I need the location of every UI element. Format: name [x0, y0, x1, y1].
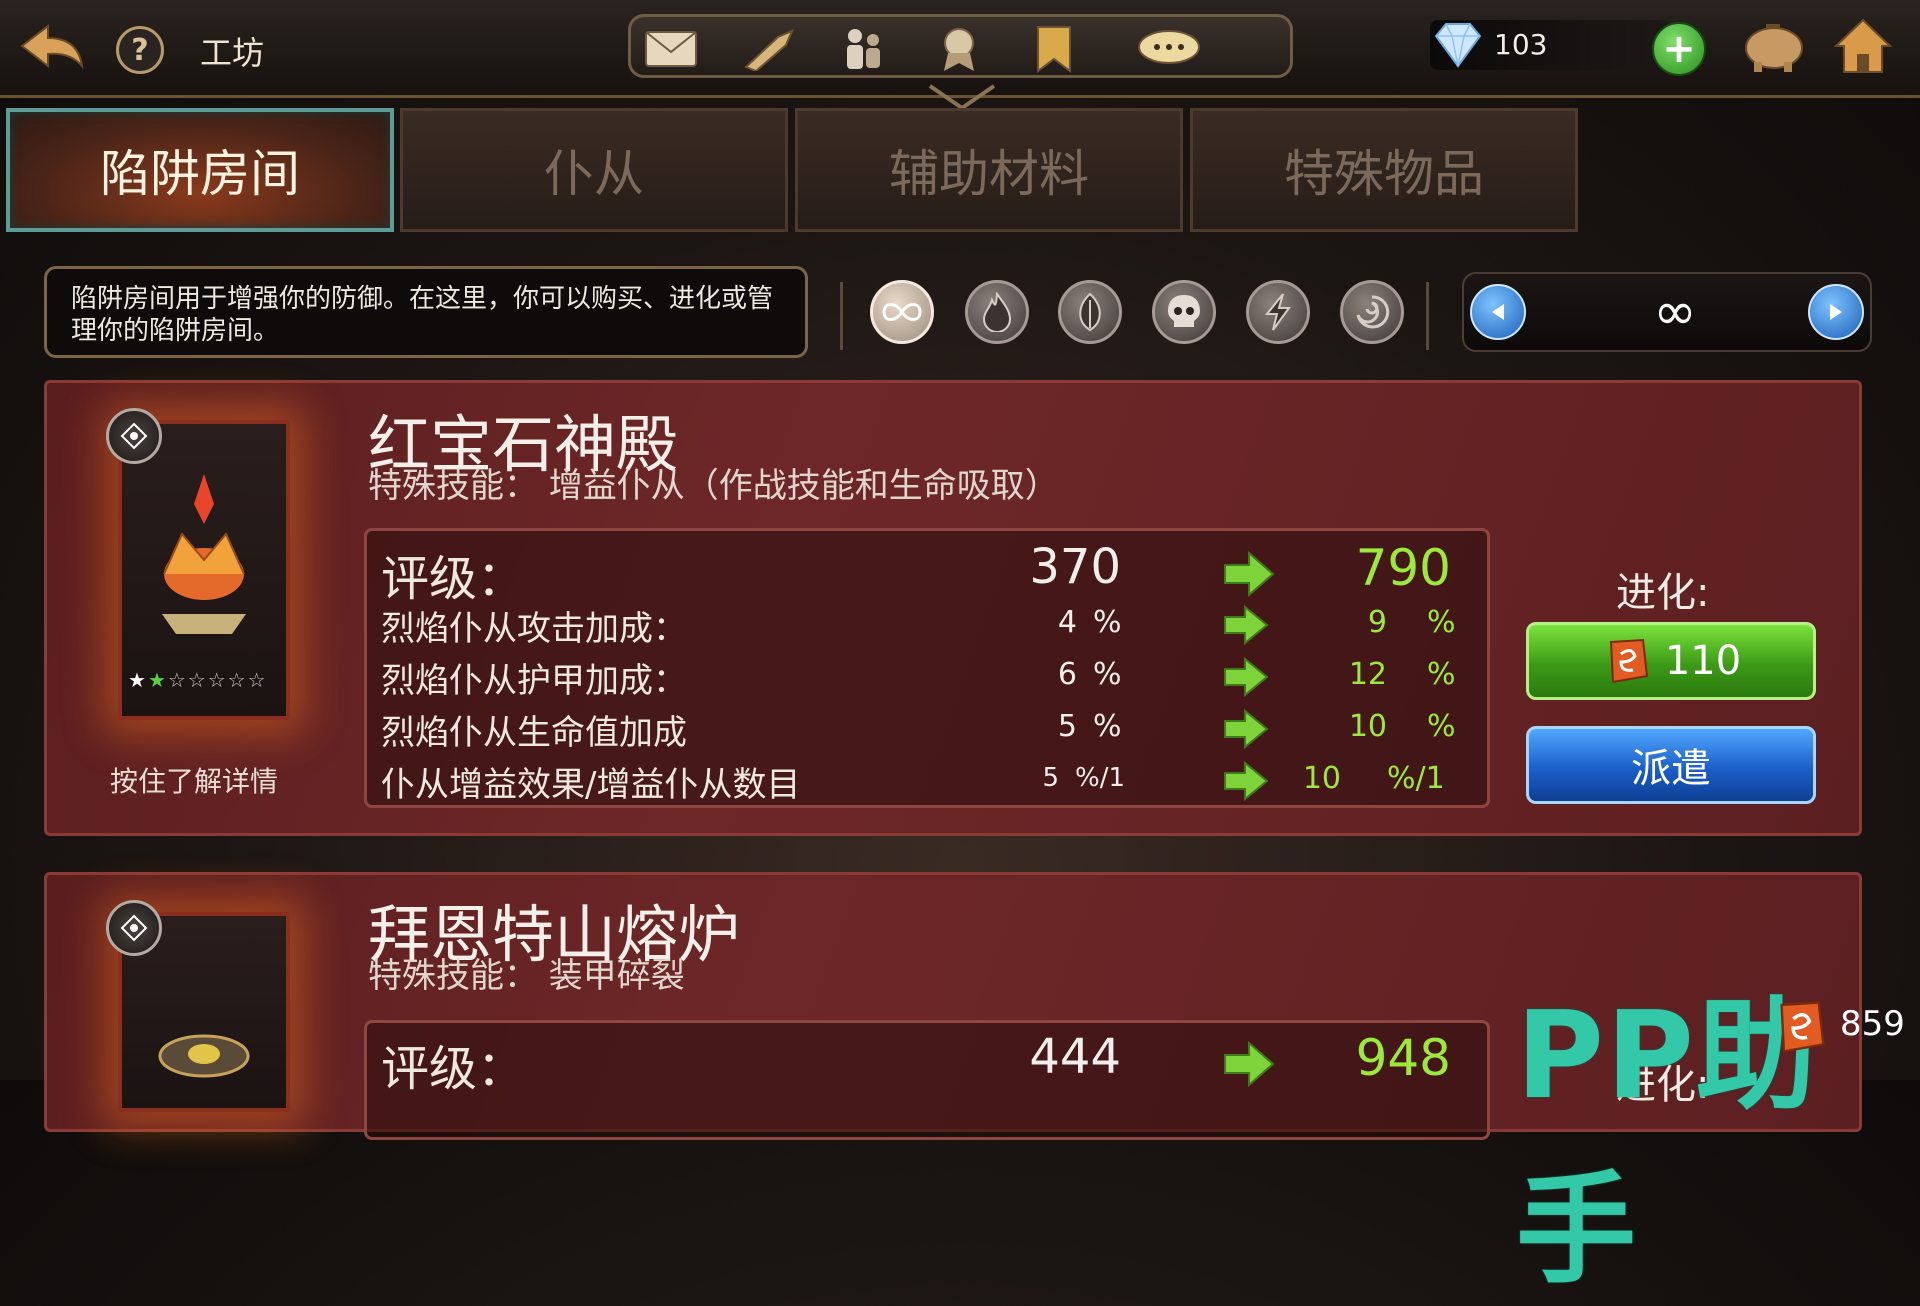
stats-table: 评级： 370 790 烈焰仆从攻击加成： 4 % 9 % 烈焰仆从护甲加成： …: [364, 528, 1490, 808]
filter-death-button[interactable]: [1152, 280, 1216, 344]
filter-vortex-button[interactable]: [1340, 280, 1404, 344]
diamond-icon: [1430, 20, 1486, 70]
tab-trap-rooms[interactable]: 陷阱房间: [6, 108, 394, 232]
deploy-button[interactable]: 派遣: [1526, 726, 1816, 804]
chat-icon[interactable]: [1119, 25, 1219, 73]
evolve-label: 进化:: [1616, 570, 1710, 616]
essence-coin-icon: [1780, 1001, 1825, 1053]
arrow-right-icon: [1224, 1041, 1275, 1087]
home-button[interactable]: [1832, 16, 1894, 76]
stat-row-rating: 评级： 370 790: [381, 539, 1451, 607]
arrow-right-icon: [1224, 657, 1269, 697]
forge-icon: [158, 1034, 250, 1078]
arrow-right-icon: [1830, 304, 1842, 320]
page-title: 工坊: [200, 34, 265, 72]
trap-emblem-icon: [106, 408, 162, 464]
add-gems-button[interactable]: +: [1652, 22, 1706, 76]
tab-support-materials[interactable]: 辅助材料: [795, 108, 1183, 232]
gem-count: 103: [1494, 28, 1548, 61]
essence-count: 859: [1840, 1004, 1905, 1044]
filter-nature-button[interactable]: [1058, 280, 1122, 344]
social-icon-bar: [628, 14, 1293, 78]
essence-coin-icon: [1609, 638, 1648, 684]
piggy-bank-icon: [1745, 24, 1803, 72]
tab-minions[interactable]: 仆从: [400, 108, 788, 232]
filter-lightning-button[interactable]: [1246, 280, 1310, 344]
back-button[interactable]: [18, 22, 88, 72]
filter-all-button[interactable]: [870, 280, 934, 344]
help-button[interactable]: ?: [116, 26, 164, 74]
arrow-right-icon: [1224, 709, 1269, 749]
bookmark-icon[interactable]: [1024, 25, 1084, 73]
stat-row: 仆从增益效果/增益仆从数目 5 %/1 10 %/1: [381, 761, 1445, 805]
filter-fire-button[interactable]: [965, 280, 1029, 344]
arrow-right-icon: [1224, 551, 1275, 597]
vortex-icon: [1356, 295, 1390, 329]
friends-icon[interactable]: [834, 25, 894, 73]
skull-icon: [1168, 295, 1200, 327]
arrow-right-icon: [1224, 761, 1269, 801]
piggy-bank-button[interactable]: [1740, 18, 1808, 74]
filter-nav-current: ∞: [1653, 282, 1697, 342]
horn-icon[interactable]: [739, 25, 799, 73]
room-skill: 特殊技能： 增益仆从（作战技能和生命吸取）: [368, 466, 1059, 506]
divider: [840, 282, 843, 350]
section-description: 陷阱房间用于增强你的防御。在这里，你可以购买、进化或管理你的陷阱房间。: [44, 266, 808, 358]
ruby-temple-icon: [162, 474, 246, 634]
stat-row-rating: 评级： 444 948: [381, 1029, 1451, 1097]
lightning-icon: [1264, 293, 1291, 331]
stat-row: 烈焰仆从护甲加成： 6 % 12 %: [381, 657, 1456, 701]
star-empty-icon: ☆☆☆☆☆: [167, 668, 268, 692]
evolve-button[interactable]: 110: [1526, 622, 1816, 700]
leaf-icon: [1079, 292, 1101, 332]
arrow-left-icon: [1492, 304, 1504, 320]
trap-emblem-icon: [106, 900, 162, 956]
evolve-cost: 110: [1664, 638, 1742, 684]
plus-icon: +: [1662, 26, 1696, 72]
nav-next-button[interactable]: [1808, 284, 1864, 340]
fire-icon: [982, 292, 1012, 332]
arrow-right-icon: [1224, 605, 1269, 645]
divider: [1426, 282, 1429, 350]
star-filled-icon: ★: [128, 668, 148, 692]
stat-row: 烈焰仆从生命值加成 5 % 10 %: [381, 709, 1456, 753]
star-rating: ★★☆☆☆☆☆: [128, 668, 268, 692]
nav-prev-button[interactable]: [1470, 284, 1526, 340]
question-icon: ?: [131, 32, 149, 68]
stats-table: 评级： 444 948: [364, 1020, 1490, 1140]
achievement-icon[interactable]: [929, 25, 989, 73]
home-icon: [1833, 18, 1893, 73]
tab-special-items[interactable]: 特殊物品: [1190, 108, 1578, 232]
back-arrow-icon: [20, 23, 84, 70]
star-filled-icon: ★: [147, 668, 168, 692]
mail-icon[interactable]: [641, 25, 701, 73]
infinity-icon: [882, 303, 922, 321]
room-skill: 特殊技能： 装甲碎裂: [368, 956, 685, 996]
hold-for-details-hint: 按住了解详情: [110, 765, 279, 798]
stat-row: 烈焰仆从攻击加成： 4 % 9 %: [381, 605, 1456, 649]
